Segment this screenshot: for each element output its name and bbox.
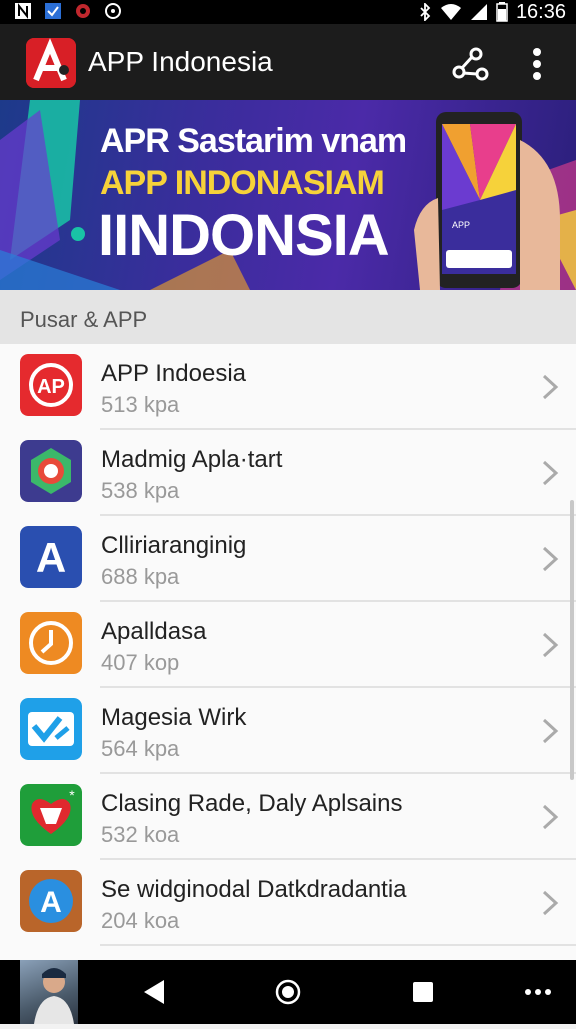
svg-text:*: * (69, 787, 75, 803)
status-time: 16:36 (515, 0, 566, 23)
recents-icon[interactable] (411, 980, 435, 1004)
app-size: 564 kpa (101, 736, 180, 761)
heart-map-icon: * (20, 784, 82, 846)
chevron-right-icon (542, 460, 559, 486)
chevron-right-icon (542, 890, 559, 916)
share-icon[interactable] (450, 44, 490, 84)
chevron-right-icon (542, 374, 559, 400)
app-name: Apalldasa (101, 618, 207, 645)
app-name: Se widginodal Datkdradantia (101, 876, 407, 903)
section-header: Pusar & APP (0, 290, 576, 345)
user-thumbnail[interactable] (20, 960, 78, 1024)
app-bar: APP Indonesia (0, 24, 576, 100)
app-name: Magesia Wirk (101, 704, 247, 731)
download-check-icon (45, 3, 61, 19)
aperture-icon (20, 440, 82, 502)
navigation-bar (0, 960, 576, 1024)
app-size: 407 kop (101, 650, 180, 675)
list-item[interactable]: AP APP Indoesia 513 kpa (0, 344, 576, 430)
phone-screen-text: APP (452, 220, 471, 230)
app-size: 688 kpa (101, 564, 180, 589)
section-title: Pusar & APP (20, 307, 148, 332)
app-name: Clliriaranginig (101, 532, 247, 559)
bluetooth-icon (420, 3, 431, 21)
banner-headline-2: APP INDONASIAM (100, 164, 385, 202)
more-horiz-icon[interactable] (524, 988, 552, 996)
promo-banner[interactable]: APR Sastarim vnam APP INDONASIAM IINDONS… (0, 100, 576, 290)
app-size: 538 kpa (101, 478, 180, 503)
app-list: AP APP Indoesia 513 kpa Madmig Apla·tart… (0, 344, 576, 960)
chevron-right-icon (542, 546, 559, 572)
app-name: APP Indoesia (101, 360, 246, 387)
svg-text:AP: AP (37, 376, 65, 398)
list-item[interactable]: A Clliriaranginig 688 kpa (0, 516, 576, 602)
svg-text:A: A (40, 886, 62, 919)
ap-logo-icon: AP (20, 354, 82, 416)
home-icon[interactable] (274, 978, 302, 1006)
list-item[interactable]: A Se widginodal Datkdradantia 204 koa (0, 860, 576, 946)
clock-icon (20, 612, 82, 674)
notification-n-icon (15, 3, 31, 19)
app-size: 532 koa (101, 822, 180, 847)
back-icon[interactable] (140, 978, 168, 1006)
app-notification-icon (76, 4, 90, 18)
app-size: 513 kpa (101, 392, 180, 417)
app-size: 204 koa (101, 908, 180, 933)
list-item[interactable]: Apalldasa 407 kop (0, 602, 576, 688)
signal-icon (470, 4, 487, 20)
list-item[interactable]: Magesia Wirk 564 kpa (0, 688, 576, 774)
sync-icon (105, 3, 121, 19)
chevron-right-icon (542, 718, 559, 744)
banner-headline-3: IINDONSIA (98, 203, 390, 268)
wifi-icon (440, 4, 461, 20)
battery-icon (496, 2, 508, 22)
more-vert-icon[interactable] (522, 44, 552, 84)
app-name: Madmig Apla·tart (101, 446, 283, 473)
app-title: APP Indonesia (88, 46, 273, 77)
status-bar: 16:36 (0, 0, 576, 24)
check-arrows-icon (20, 698, 82, 760)
phone-graphic (414, 112, 560, 290)
chevron-right-icon (542, 632, 559, 658)
scrollbar[interactable] (570, 500, 574, 780)
letter-a-icon: A (20, 526, 82, 588)
list-item[interactable]: * Clasing Rade, Daly Aplsains 532 koa (0, 774, 576, 860)
chevron-right-icon (542, 804, 559, 830)
app-name: Clasing Rade, Daly Aplsains (101, 790, 403, 817)
banner-headline-1: APR Sastarim vnam (100, 122, 407, 160)
list-item[interactable]: Madmig Apla·tart 538 kpa (0, 430, 576, 516)
letter-a-circle-icon: A (20, 870, 82, 932)
svg-text:A: A (36, 534, 66, 581)
app-logo (26, 38, 76, 88)
